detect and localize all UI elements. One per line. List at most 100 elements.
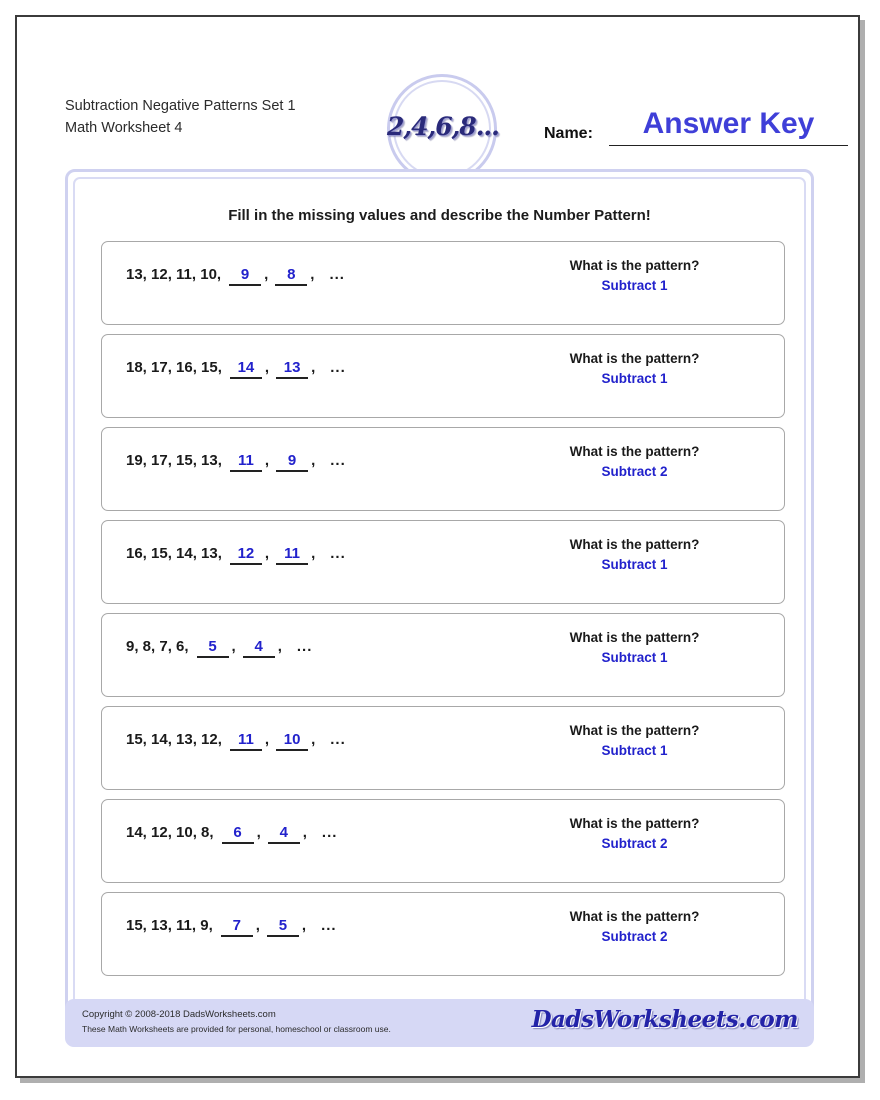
number-sequence: 9, 8, 7, 6, 5 , 4 , ... <box>126 638 312 658</box>
number-sequence: 13, 12, 11, 10, 9 , 8 , ... <box>126 266 345 286</box>
sequence-ellipsis: ... <box>321 917 337 934</box>
number-sequence: 16, 15, 14, 13, 12 , 11 , ... <box>126 545 346 565</box>
worksheet-header: Subtraction Negative Patterns Set 1 Math… <box>17 17 858 184</box>
worksheet-frame-outer: Fill in the missing values and describe … <box>65 169 814 1029</box>
pattern-answer[interactable]: Subtract 1 <box>502 648 767 668</box>
problem-row: 14, 12, 10, 8, 6 , 4 , ... What is the p… <box>101 799 785 883</box>
sequence-comma: , <box>231 638 236 655</box>
sequence-ellipsis: ... <box>330 731 346 748</box>
sequence-ellipsis: ... <box>329 266 345 283</box>
pattern-answer[interactable]: Subtract 1 <box>502 741 767 761</box>
pattern-block: What is the pattern? Subtract 2 <box>502 907 767 947</box>
problem-row: 19, 17, 15, 13, 11 , 9 , ... What is the… <box>101 427 785 511</box>
answer-blank-1[interactable]: 5 <box>196 638 229 658</box>
number-sequence: 15, 13, 11, 9, 7 , 5 , ... <box>126 917 337 937</box>
answer-key-stamp: Answer Key <box>642 107 815 140</box>
answer-blank-2[interactable]: 13 <box>276 359 309 379</box>
answer-blank-1[interactable]: 7 <box>220 917 253 937</box>
pattern-question-label: What is the pattern? <box>569 909 700 924</box>
sequence-given-values: 15, 14, 13, 12, <box>126 731 222 748</box>
sequence-ellipsis: ... <box>296 638 313 655</box>
sequence-given-values: 18, 17, 16, 15, <box>126 359 222 376</box>
number-sequence: 14, 12, 10, 8, 6 , 4 , ... <box>126 824 337 844</box>
answer-blank-2[interactable]: 9 <box>276 452 309 472</box>
answer-blank-2[interactable]: 5 <box>266 917 299 937</box>
page-title: Subtraction Negative Patterns Set 1 <box>65 98 296 114</box>
sequence-ellipsis: ... <box>330 545 346 562</box>
pattern-answer[interactable]: Subtract 1 <box>502 276 767 296</box>
sequence-ellipsis: ... <box>321 824 338 841</box>
pattern-question-label: What is the pattern? <box>569 444 700 459</box>
pattern-question-label: What is the pattern? <box>569 723 700 738</box>
pattern-question-label: What is the pattern? <box>569 630 700 645</box>
sequence-given-values: 14, 12, 10, 8, <box>126 824 214 841</box>
sequence-comma: , <box>301 917 307 934</box>
sequence-ellipsis: ... <box>330 452 346 469</box>
answer-blank-1[interactable]: 6 <box>221 824 254 844</box>
number-sequence: 15, 14, 13, 12, 11 , 10 , ... <box>126 731 346 751</box>
usage-text: These Math Worksheets are provided for p… <box>82 1024 391 1034</box>
dadsworksheets-logo[interactable]: DadsWorksheets.com <box>532 1006 799 1033</box>
sequence-comma: , <box>256 824 261 841</box>
pattern-question-label: What is the pattern? <box>569 816 700 831</box>
sequence-comma: , <box>311 452 316 469</box>
pattern-block: What is the pattern? Subtract 2 <box>502 442 767 482</box>
answer-blank-1[interactable]: 11 <box>229 731 262 751</box>
problem-row: 15, 14, 13, 12, 11 , 10 , ... What is th… <box>101 706 785 790</box>
pattern-question-label: What is the pattern? <box>569 537 700 552</box>
answer-blank-1[interactable]: 14 <box>229 359 262 379</box>
sequence-comma: , <box>255 917 260 934</box>
sequence-comma: , <box>302 824 307 841</box>
page-subtitle: Math Worksheet 4 <box>65 120 183 136</box>
pattern-question-label: What is the pattern? <box>569 258 700 273</box>
answer-blank-2[interactable]: 11 <box>276 545 309 565</box>
number-sequence: 18, 17, 16, 15, 14 , 13 , ... <box>126 359 346 379</box>
sequence-given-values: 15, 13, 11, 9, <box>126 917 213 934</box>
worksheet-page: Subtraction Negative Patterns Set 1 Math… <box>15 15 860 1078</box>
sequence-comma: , <box>264 731 270 748</box>
sequence-comma: , <box>264 359 270 376</box>
sequence-comma: , <box>277 638 282 655</box>
sequence-given-values: 16, 15, 14, 13, <box>126 545 222 562</box>
sequence-comma: , <box>311 545 316 562</box>
pattern-block: What is the pattern? Subtract 1 <box>502 256 767 296</box>
logo-number-sequence-text: 2,4,6,8... <box>387 112 500 141</box>
sequence-given-values: 13, 12, 11, 10, <box>126 266 222 283</box>
pattern-block: What is the pattern? Subtract 1 <box>502 535 767 575</box>
answer-blank-2[interactable]: 10 <box>276 731 309 751</box>
problem-row: 18, 17, 16, 15, 14 , 13 , ... What is th… <box>101 334 785 418</box>
answer-blank-2[interactable]: 4 <box>242 638 275 658</box>
copyright-text: Copyright © 2008-2018 DadsWorksheets.com <box>82 1009 276 1020</box>
pattern-answer[interactable]: Subtract 2 <box>502 462 767 482</box>
name-label: Name: <box>544 125 593 142</box>
sequence-ellipsis: ... <box>330 359 346 376</box>
brand-logo: 2,4,6,8... <box>387 74 500 184</box>
pattern-block: What is the pattern? Subtract 1 <box>502 349 767 389</box>
sequence-given-values: 9, 8, 7, 6, <box>126 638 189 655</box>
pattern-answer[interactable]: Subtract 2 <box>502 927 767 947</box>
pattern-question-label: What is the pattern? <box>569 351 700 366</box>
name-input-rule[interactable] <box>609 145 848 146</box>
problem-list: 13, 12, 11, 10, 9 , 8 , ... What is the … <box>101 241 785 985</box>
answer-blank-2[interactable]: 4 <box>267 824 300 844</box>
pattern-answer[interactable]: Subtract 1 <box>502 555 767 575</box>
pattern-answer[interactable]: Subtract 2 <box>502 834 767 854</box>
sequence-given-values: 19, 17, 15, 13, <box>126 452 222 469</box>
answer-blank-1[interactable]: 9 <box>229 266 262 286</box>
answer-blank-1[interactable]: 12 <box>229 545 262 565</box>
pattern-block: What is the pattern? Subtract 2 <box>502 814 767 854</box>
sequence-comma: , <box>264 266 269 283</box>
sequence-comma: , <box>264 545 270 562</box>
pattern-block: What is the pattern? Subtract 1 <box>502 721 767 761</box>
sequence-comma: , <box>310 266 315 283</box>
instructions-text: Fill in the missing values and describe … <box>228 207 651 224</box>
sequence-comma: , <box>311 359 316 376</box>
problem-row: 15, 13, 11, 9, 7 , 5 , ... What is the p… <box>101 892 785 976</box>
problem-row: 13, 12, 11, 10, 9 , 8 , ... What is the … <box>101 241 785 325</box>
problem-row: 9, 8, 7, 6, 5 , 4 , ... What is the patt… <box>101 613 785 697</box>
answer-blank-2[interactable]: 8 <box>275 266 308 286</box>
sequence-comma: , <box>311 731 316 748</box>
pattern-answer[interactable]: Subtract 1 <box>502 369 767 389</box>
pattern-block: What is the pattern? Subtract 1 <box>502 628 767 668</box>
answer-blank-1[interactable]: 11 <box>229 452 262 472</box>
